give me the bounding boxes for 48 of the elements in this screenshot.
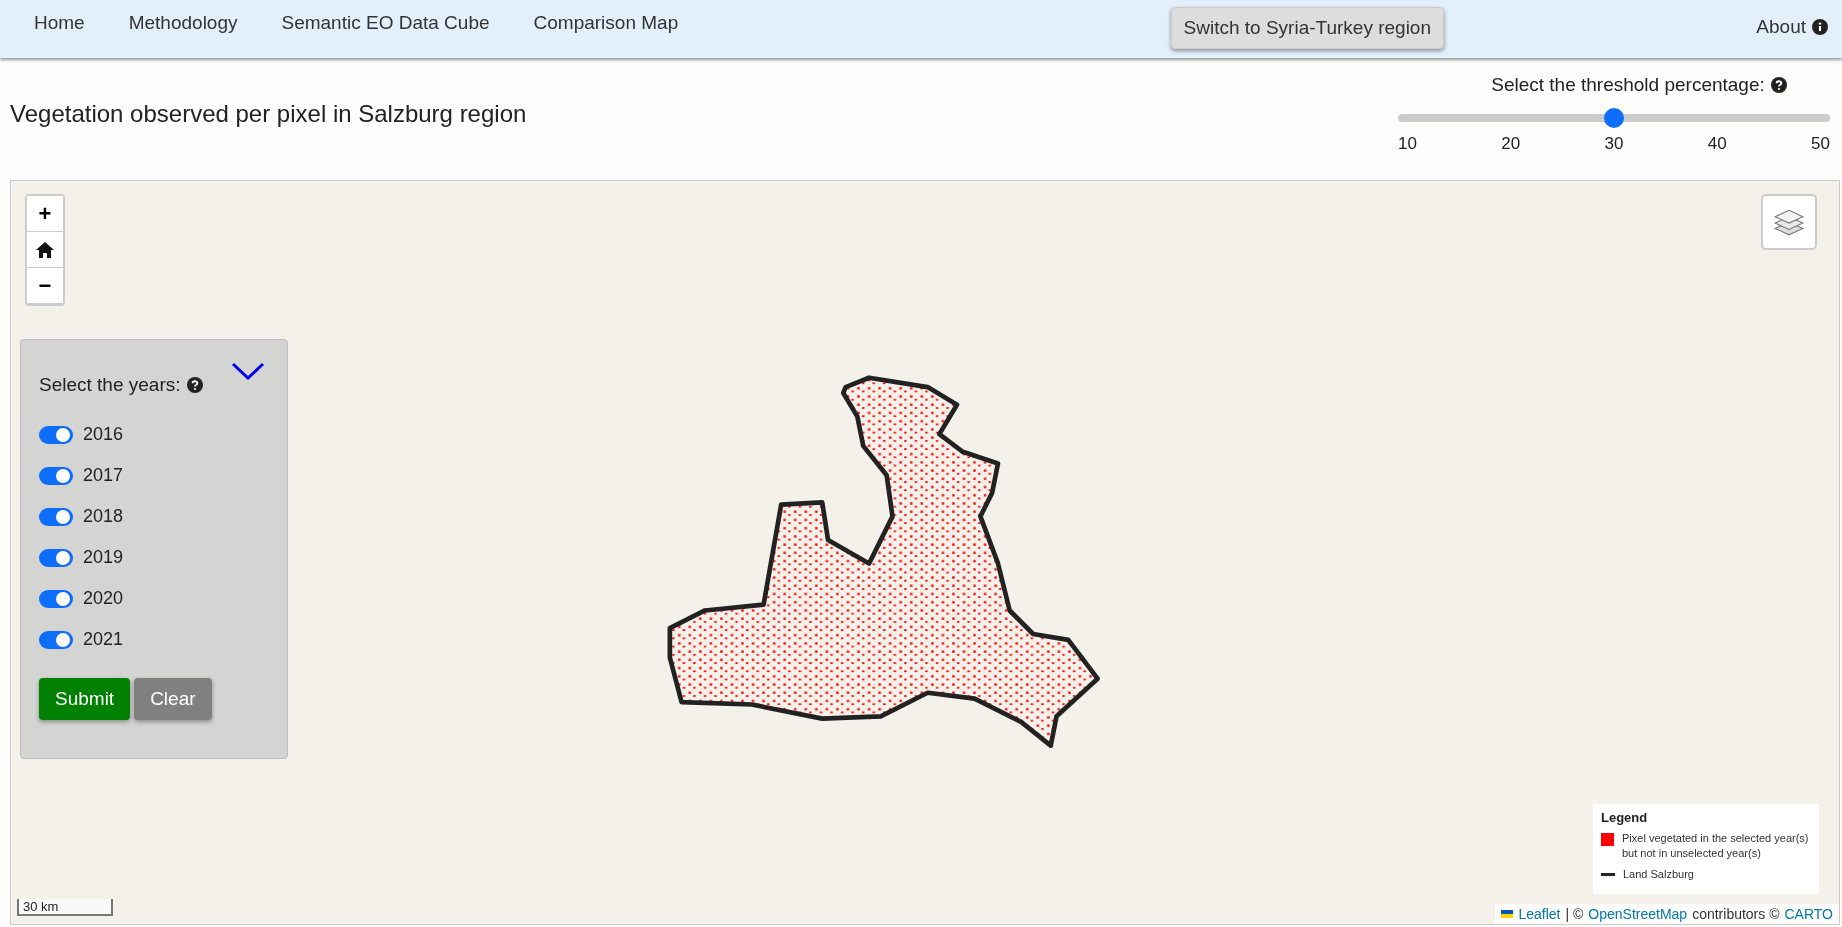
legend-text: Land Salzburg (1623, 867, 1694, 882)
nav-link[interactable]: Semantic EO Data Cube (259, 0, 512, 46)
openstreetmap-link[interactable]: OpenStreetMap (1588, 906, 1688, 922)
switch-region-button[interactable]: Switch to Syria-Turkey region (1170, 7, 1444, 49)
flag-icon (1501, 910, 1514, 918)
help-icon[interactable] (1770, 77, 1787, 93)
slider-tick-label: 20 (1501, 134, 1521, 154)
year-toggle[interactable] (39, 425, 73, 444)
attribution-text: contributors © (1692, 906, 1780, 922)
legend-title: Legend (1601, 810, 1649, 826)
nav-link[interactable]: Methodology (106, 0, 260, 46)
help-icon[interactable] (186, 377, 203, 393)
legend-text: Pixel vegetated in the selected year(s) but not in unselected year(s) (1622, 831, 1810, 862)
slider-tick-label: 50 (1811, 134, 1830, 154)
home-icon (35, 240, 55, 259)
year-label: 2017 (83, 465, 124, 486)
clear-button[interactable]: Clear (134, 678, 212, 720)
page-title: Vegetation observed per pixel in Salzburg region (9, 100, 528, 128)
zoom-in-button[interactable]: + (27, 196, 63, 232)
year-toggle[interactable] (39, 589, 73, 608)
attribution-text: | © (1565, 906, 1584, 922)
years-label: Select the years: (39, 374, 181, 396)
slider-tick-label: 40 (1707, 134, 1727, 154)
chevron-down-icon[interactable] (231, 362, 265, 380)
nav-link[interactable]: Home (12, 0, 107, 46)
submit-button[interactable]: Submit (39, 678, 131, 720)
nav-link[interactable]: Comparison Map (511, 0, 701, 46)
year-label: 2016 (83, 424, 124, 445)
scale-bar: 30 km (17, 899, 113, 916)
slider-tick-label: 30 (1604, 134, 1624, 154)
threshold-label: Select the threshold percentage: (1491, 74, 1765, 96)
year-label: 2020 (83, 588, 124, 609)
layers-icon (1773, 207, 1805, 237)
year-label: 2018 (83, 506, 124, 527)
year-label: 2019 (83, 547, 124, 568)
slider-thumb[interactable] (1604, 108, 1624, 128)
layers-button[interactable] (1761, 194, 1817, 250)
info-icon (1812, 19, 1828, 35)
year-toggle[interactable] (39, 507, 73, 526)
leaflet-link[interactable]: Leaflet (1518, 906, 1561, 922)
year-toggle[interactable] (39, 548, 73, 567)
threshold-slider[interactable] (1398, 108, 1830, 128)
slider-tick-label: 10 (1398, 134, 1417, 154)
about-link[interactable]: About (1734, 0, 1832, 50)
year-toggle[interactable] (39, 466, 73, 485)
carto-link[interactable]: CARTO (1784, 906, 1833, 922)
year-label: 2021 (83, 629, 124, 650)
year-toggle[interactable] (39, 630, 73, 649)
